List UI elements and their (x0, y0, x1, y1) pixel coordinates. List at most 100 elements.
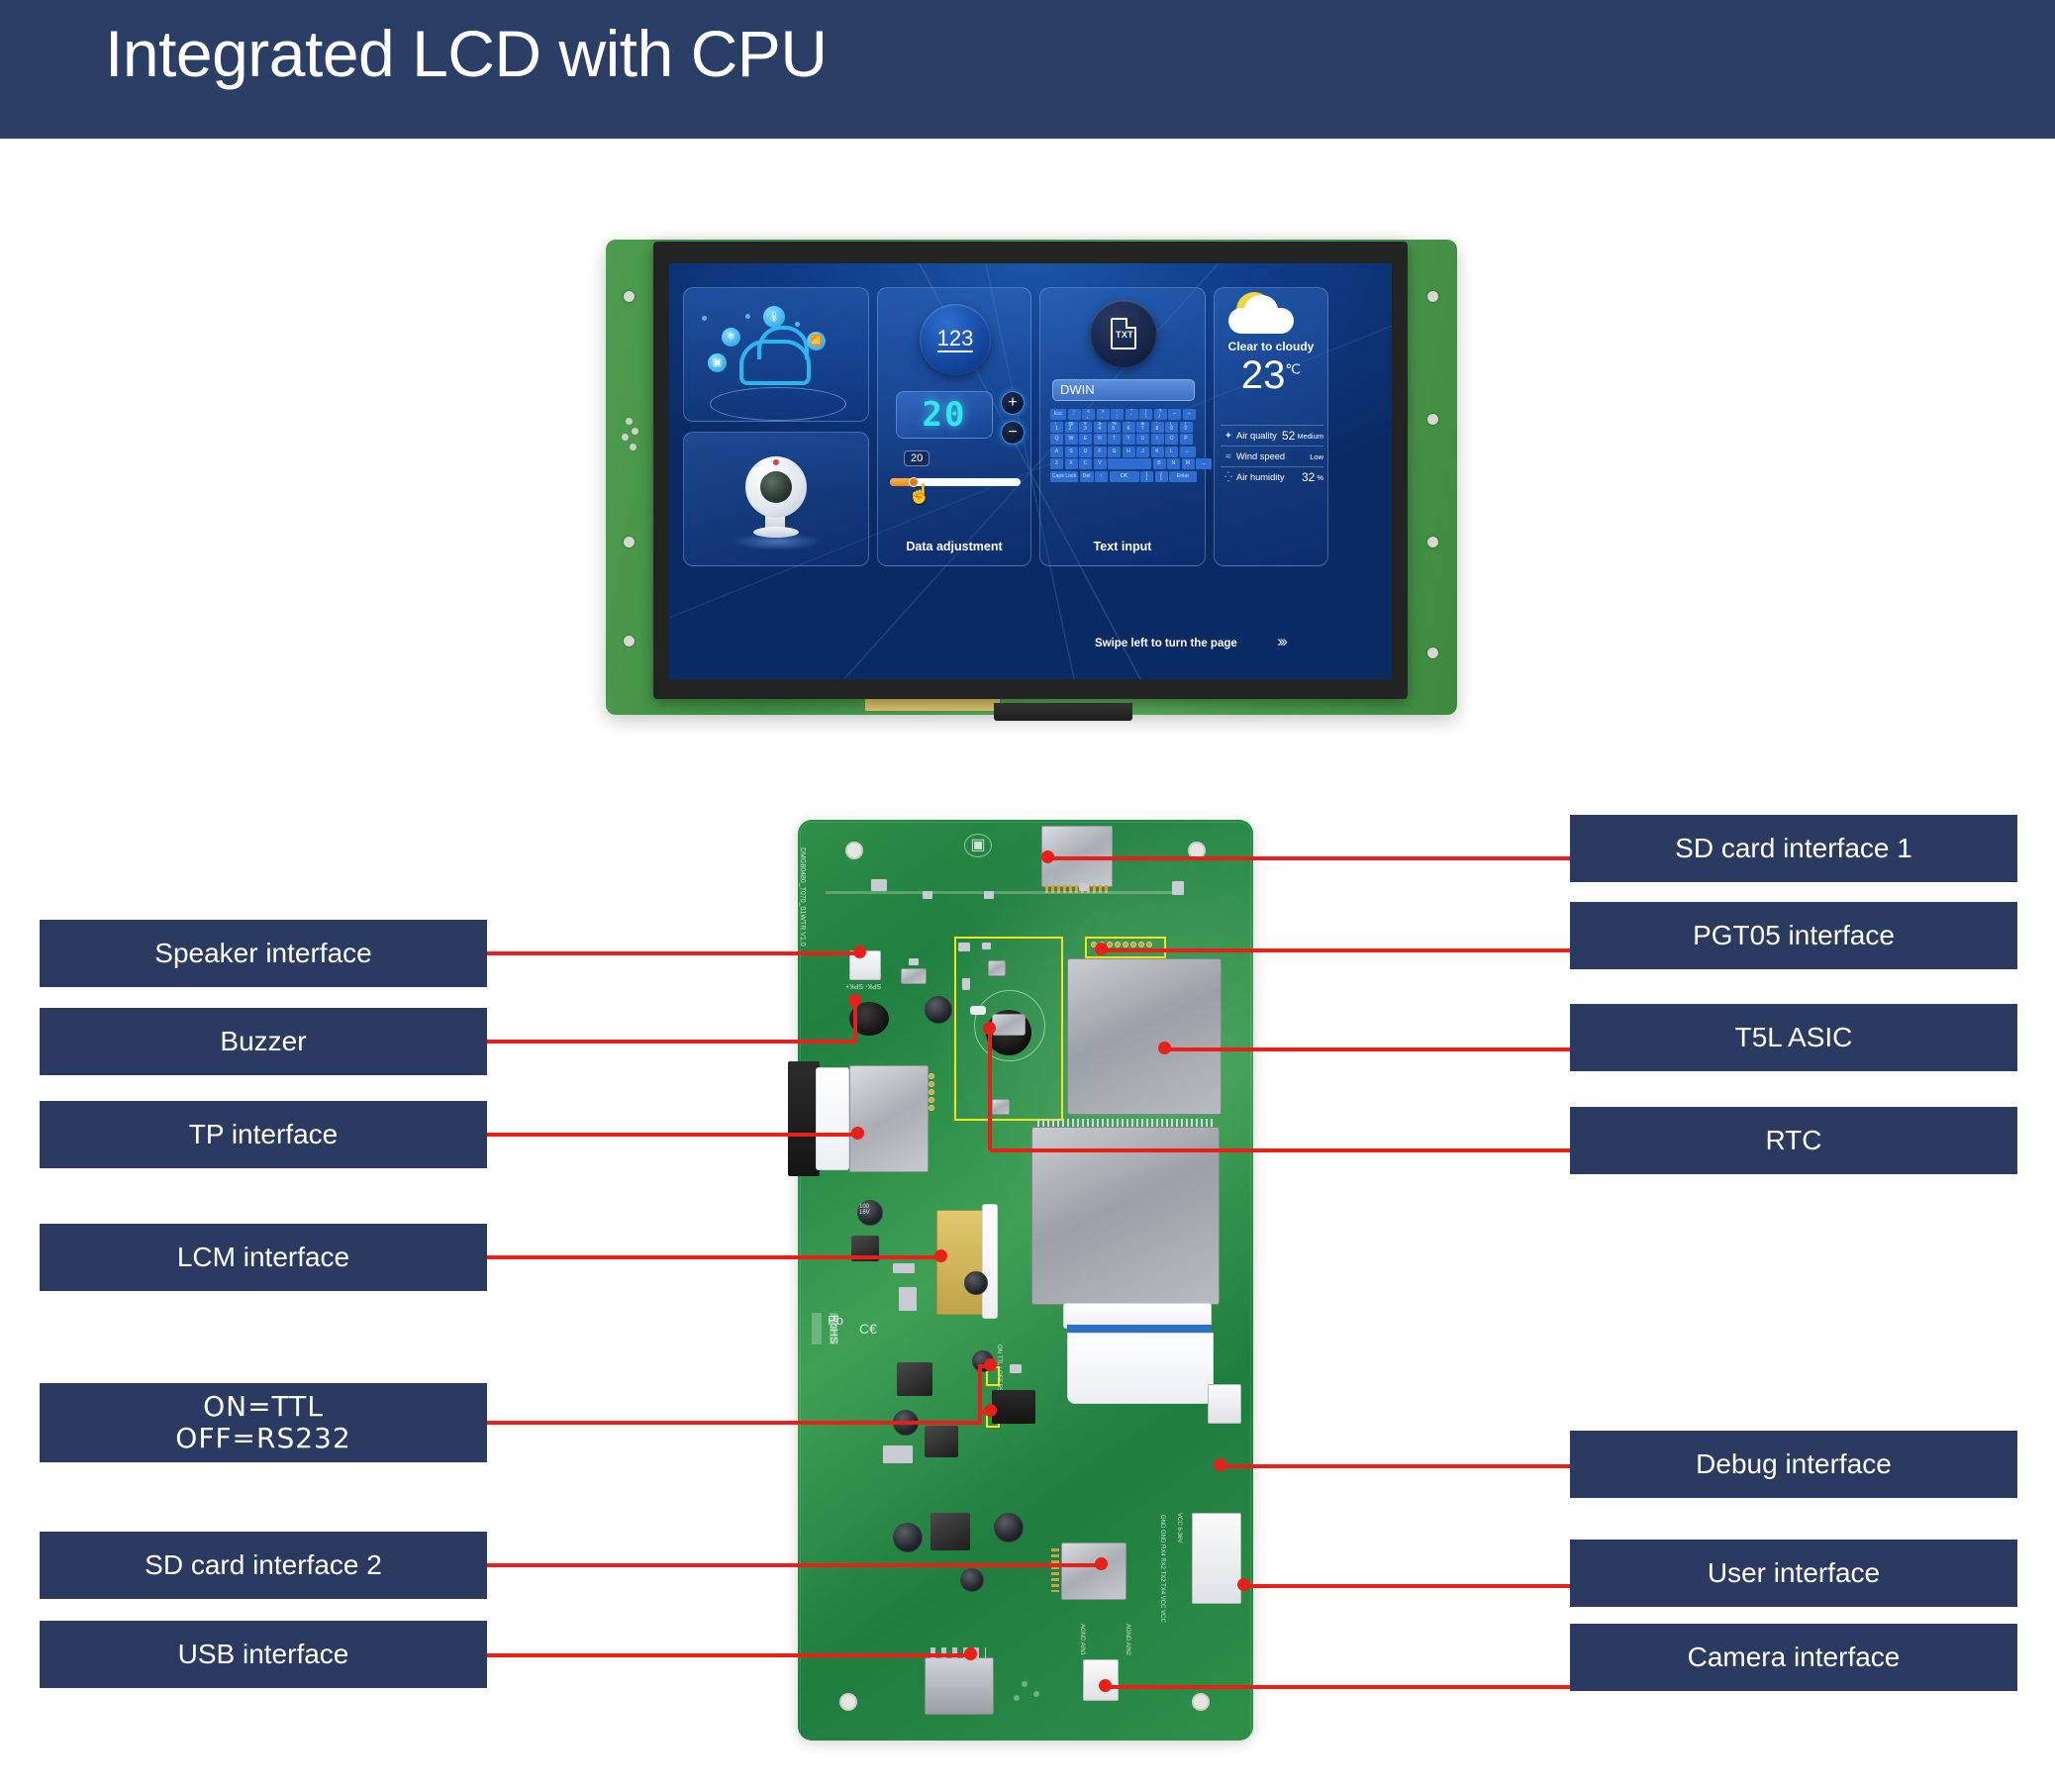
weather-row-air-humidity: ⁛ Air humidity 32 % (1221, 466, 1323, 487)
keyboard-key[interactable]: G (1108, 446, 1121, 457)
keyboard-key[interactable]: % 5 (1108, 421, 1121, 433)
pin-hole (929, 1081, 934, 1087)
keyboard-key[interactable]: ÷ (1182, 409, 1196, 420)
keyboard-key[interactable]: H (1122, 446, 1135, 457)
keyboard-key[interactable]: ( 9 (1165, 421, 1178, 433)
weather-temperature: 23℃ (1240, 353, 1302, 397)
pin-hole (1146, 942, 1152, 947)
keyboard-key[interactable]: L (1165, 446, 1178, 457)
leader-line-lcm (487, 1255, 942, 1259)
tp-interface-connector (849, 1065, 929, 1172)
smd-component (923, 891, 932, 899)
keyboard-key[interactable]: N (1167, 458, 1180, 469)
keyboard-key[interactable]: < , (1082, 409, 1095, 420)
keyboard-key[interactable]: E (1079, 434, 1092, 445)
keyboard-key[interactable]: U (1136, 434, 1149, 445)
pin-hole (929, 1105, 934, 1111)
keyboard-key[interactable]: > . (1096, 409, 1110, 420)
thermometer-icon: 🌡 (763, 306, 785, 328)
keyboard-key[interactable]: { [ (1140, 470, 1153, 482)
keyboard-key[interactable]: A (1050, 446, 1063, 457)
keyboard-key[interactable]: → (1196, 458, 1212, 469)
keyboard-key[interactable]: ) 0 (1179, 421, 1193, 433)
keyboard-key[interactable]: B (1152, 458, 1166, 469)
mounting-hole (624, 537, 635, 548)
camera-lens (760, 471, 792, 503)
numeric-badge[interactable]: 123 (920, 304, 991, 375)
keyboard-key[interactable]: ← (1179, 446, 1196, 457)
keyboard-key[interactable]: J (1136, 446, 1149, 457)
keyboard-key[interactable]: Z (1050, 458, 1063, 469)
smd-component (1172, 881, 1184, 895)
keyboard-key[interactable]: W (1064, 434, 1078, 445)
smd-component (962, 978, 970, 990)
increment-button[interactable]: + (1001, 391, 1025, 415)
keyboard-key[interactable] (1108, 458, 1151, 469)
keyboard-key[interactable]: Y (1122, 434, 1135, 445)
keyboard-key[interactable]: * 8 (1150, 421, 1164, 433)
keyboard-key[interactable]: ~ ` (1067, 409, 1081, 420)
keyboard-key[interactable]: & 7 (1136, 421, 1149, 433)
keyboard-key[interactable]: Caps Lock (1050, 470, 1078, 482)
accent-dot (745, 314, 750, 319)
keyboard-key[interactable]: ! 1 (1050, 421, 1063, 433)
keyboard-key[interactable]: Del (1079, 470, 1094, 482)
tile-camera[interactable] (683, 432, 869, 566)
keyboard-key[interactable]: Enter (1169, 470, 1197, 482)
keyboard-key[interactable]: " ' (1125, 409, 1138, 420)
keyboard-key[interactable]: P (1179, 434, 1193, 445)
tile-weather[interactable]: Clear to cloudy 23℃ ✦ Air quality 52 Med… (1214, 287, 1328, 566)
tile-text-input[interactable]: TXT DWIN Esc ~ ` < , > .: ; " ' | \? / – ÷! 1 @ … (1039, 287, 1212, 566)
keyboard-key[interactable]: O (1165, 434, 1178, 445)
mounting-hole (1192, 1693, 1210, 1711)
camera-icon (745, 456, 807, 518)
keyboard-key[interactable]: C (1079, 458, 1092, 469)
silkscreen-revision: DMG80480_T070_01WTR V1.0 (799, 847, 806, 946)
smd-component (982, 943, 991, 949)
keyboard-key[interactable]: Q (1050, 434, 1063, 445)
keyboard-key[interactable]: OK (1109, 470, 1139, 482)
tile-iot[interactable]: 🌡 ❄ 📶 ▣ (683, 287, 869, 422)
decrement-button[interactable]: − (1001, 421, 1025, 445)
keyboard-key[interactable]: I (1150, 434, 1164, 445)
keyboard-key[interactable]: T (1108, 434, 1121, 445)
callout-label-buzzer: Buzzer (40, 1008, 487, 1075)
keyboard-key[interactable]: R (1093, 434, 1107, 445)
keyboard-key[interactable]: ↑ (1095, 470, 1108, 482)
virtual-keyboard[interactable]: Esc ~ ` < , > .: ; " ' | \? / – ÷ ! 1 @ 2 # 3 $ 4% … (1050, 409, 1212, 482)
leader-line-ttl (487, 1421, 982, 1425)
leaf-icon: ✦ (1223, 430, 1233, 442)
txt-file-badge[interactable]: TXT (1090, 300, 1157, 367)
keyboard-key[interactable]: S (1064, 446, 1078, 457)
keyboard-key[interactable]: } ] (1154, 470, 1168, 482)
electrolytic-capacitor (925, 996, 952, 1024)
pin-hole (929, 1089, 934, 1095)
keyboard-key[interactable]: ^ 6 (1122, 421, 1135, 433)
keyboard-key[interactable]: $ 4 (1093, 421, 1107, 433)
silkscreen-ce: C€ (859, 1321, 877, 1337)
mounting-hole (624, 291, 635, 302)
lcd-driver-tail (994, 703, 1132, 721)
callout-dot-tp (851, 1127, 864, 1140)
keyboard-key[interactable]: | \ (1139, 409, 1152, 420)
text-input-field[interactable]: DWIN (1052, 379, 1195, 401)
callout-dot-rtc (983, 1022, 996, 1035)
keyboard-key[interactable]: K (1150, 446, 1164, 457)
rtc-clip-tab (970, 1006, 986, 1015)
keyboard-key[interactable]: ? / (1153, 409, 1167, 420)
keyboard-key[interactable]: F (1093, 446, 1107, 457)
mounting-hole (1427, 291, 1438, 302)
keyboard-key[interactable]: M (1181, 458, 1195, 469)
keyboard-key[interactable]: X (1064, 458, 1078, 469)
tp-test-pads (929, 1073, 934, 1111)
keyboard-key[interactable]: D (1079, 446, 1092, 457)
keyboard-row: Z X C V B N M → (1050, 458, 1212, 469)
keyboard-key[interactable]: # 3 (1079, 421, 1092, 433)
keyboard-key[interactable]: V (1093, 458, 1107, 469)
keyboard-key[interactable]: @ 2 (1064, 421, 1078, 433)
keyboard-key[interactable]: : ; (1111, 409, 1124, 420)
keyboard-key[interactable]: Esc (1050, 409, 1066, 420)
keyboard-key[interactable]: – (1168, 409, 1181, 420)
tile-data-adjustment[interactable]: 123 20 + − 20 ☝ Data adjustment (877, 287, 1031, 566)
silkscreen-line (812, 1313, 822, 1344)
